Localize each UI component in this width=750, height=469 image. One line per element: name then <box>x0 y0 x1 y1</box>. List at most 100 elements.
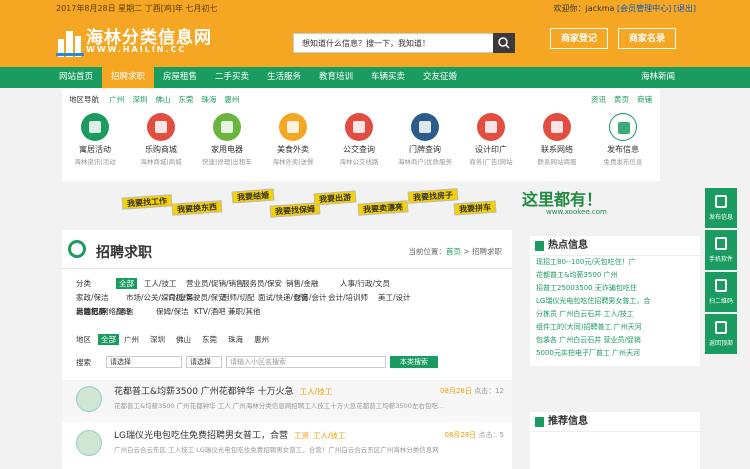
category-icon-8 <box>609 113 637 141</box>
float-btn-1[interactable]: 手机软件 <box>705 230 737 270</box>
hot-item-5[interactable]: 组件工的(大同)招聘普工 广州天河 <box>530 321 700 334</box>
category-glyph-icon-0 <box>89 121 101 133</box>
listing-title-text-1[interactable]: LG瑞仪光电包吃住免费招聘男女普工，合营 <box>114 431 288 441</box>
filter-category-option-2[interactable]: 营业员/促销/销售 <box>186 278 244 289</box>
ad-banner[interactable]: 这里都有！ www.xookee.com 我要找工作 我要换东西 我要结婚 我要找保姆… <box>114 186 634 220</box>
listing-item-1[interactable]: LG瑞仪光电包吃住免费招聘男女普工，合营 工资 工人/技工 广州白云合云东区 工人技工… <box>62 424 512 466</box>
filter-category-option-9[interactable]: 厨师/切配 <box>222 292 255 303</box>
category-item-2[interactable]: 家用电器 快速|修理|出租车 <box>194 113 260 166</box>
region-link-0[interactable]: 资讯 <box>591 95 606 104</box>
filter-category-option-0[interactable]: 全部 <box>116 278 137 289</box>
category-select[interactable]: 请选择 <box>106 356 182 368</box>
category-sub-6: 商务|广告|网站 <box>469 158 513 166</box>
hot-item-0[interactable]: 现招工80--100元/天包吃住！广 <box>530 256 700 269</box>
search-box[interactable]: 想知道什么信息？搜一下，我知道！ <box>293 33 515 53</box>
filter-area-option-4[interactable]: 东莞 <box>202 334 217 345</box>
filter-category-option-20[interactable]: 其他招聘 <box>76 306 106 317</box>
region-city-3[interactable]: 东莞 <box>178 95 193 104</box>
filter-category-option-17[interactable]: KTV/酒吧 <box>194 306 226 317</box>
filter-area-option-1[interactable]: 广州 <box>124 334 139 345</box>
filter-category-option-18[interactable]: 兼职/其他 <box>228 306 261 317</box>
nav-news[interactable]: 海林新闻 <box>628 67 688 88</box>
banner-tag-5: 我要卖漂亮 <box>357 200 409 216</box>
region-city-1[interactable]: 深圳 <box>132 95 147 104</box>
hot-item-6[interactable]: 包装各 广州白云石井 营业员/促销 <box>530 334 700 347</box>
region-city-4[interactable]: 珠海 <box>201 95 216 104</box>
merchant-register-button[interactable]: 商家登记 <box>550 28 609 49</box>
logo-en-text: WWW.HAILIN.CC <box>86 45 187 54</box>
category-item-3[interactable]: 美食外卖 海林外卖|送餐 <box>260 113 326 166</box>
filter-category-option-8[interactable]: 司机/驾驶员/保安 <box>168 292 226 303</box>
nav-item-5[interactable]: 教育培训 <box>310 67 362 88</box>
region-link-2[interactable]: 商铺 <box>637 95 652 104</box>
listing-title-0[interactable]: 花都普工&均薪3500 广州花都钟华 十万火急 工人/技工 <box>114 384 332 397</box>
category-search-button[interactable]: 本类搜索 <box>390 356 438 368</box>
float-btn-3[interactable]: 返回顶部 <box>705 314 737 354</box>
filter-category-option-4[interactable]: 销售/金融 <box>286 278 319 289</box>
filter-area-option-3[interactable]: 佛山 <box>176 334 191 345</box>
region-city-5[interactable]: 惠州 <box>224 95 239 104</box>
category-sub-2: 快速|修理|出租车 <box>202 158 252 166</box>
nav-item-6[interactable]: 车辆买卖 <box>362 67 414 88</box>
category-item-7[interactable]: 联系网络 联系网站商服 <box>524 113 590 166</box>
keyword-input[interactable]: 请输入小区名搜索 <box>226 356 386 368</box>
filter-category-option-3[interactable]: 服务员/保安 <box>242 278 282 289</box>
logout-link[interactable]: [退出] <box>674 4 696 13</box>
category-icon-4 <box>345 113 373 141</box>
float-btn-0[interactable]: 发布信息 <box>705 188 737 228</box>
filter-category-option-11[interactable]: 财务/会计 <box>294 292 327 303</box>
listing-item-0[interactable]: 花都普工&均薪3500 广州花都钟华 十万火急 工人/技工 花都普工&均薪3500 … <box>62 380 512 422</box>
search-button[interactable] <box>493 33 515 53</box>
nav-item-2[interactable]: 房屋租售 <box>154 67 206 88</box>
filter-category-option-5[interactable]: 人事/行政/文员 <box>340 278 390 289</box>
category-sub-7: 联系网站商服 <box>537 158 577 166</box>
listing-title-text-0[interactable]: 花都普工&均薪3500 广州花都钟华 <box>114 387 255 397</box>
nav-item-3[interactable]: 二手买卖 <box>206 67 258 88</box>
filter-category-option-6[interactable]: 家政/保洁 <box>76 292 109 303</box>
filter-category-option-16[interactable]: 保姆/保洁 <box>156 306 189 317</box>
region-link-1[interactable]: 黄页 <box>614 95 629 104</box>
filter-area-option-0[interactable]: 全部 <box>98 334 119 345</box>
hot-item-1[interactable]: 花都普工&均薪3500 广州 <box>530 269 700 282</box>
city-logo-icon <box>56 31 84 57</box>
member-center-link[interactable]: [会员管理中心] <box>617 4 671 13</box>
breadcrumb-home[interactable]: 首页 <box>446 247 461 256</box>
filter-area-option-6[interactable]: 惠州 <box>254 334 269 345</box>
nav-item-0[interactable]: 网站首页 <box>50 67 102 88</box>
category-item-8[interactable]: 发布信息 免费发布信息 <box>590 113 656 166</box>
region-city-0[interactable]: 广州 <box>109 95 124 104</box>
hot-item-7[interactable]: 5000元实拍电子厂普工 广州天河 <box>530 347 700 360</box>
banner-tag-4: 我要出游 <box>313 190 357 206</box>
site-logo[interactable]: 海林分类信息网 WWW.HAILIN.CC <box>56 23 236 63</box>
breadcrumb-current: 招聘求职 <box>472 247 502 256</box>
category-glyph-icon-3 <box>287 121 299 133</box>
category-icon-5 <box>411 113 439 141</box>
category-item-1[interactable]: 乐购商城 海林商城|商城 <box>128 113 194 166</box>
category-item-0[interactable]: 寓居活动 海林资讯|活动 <box>62 113 128 166</box>
hot-item-2[interactable]: 招普工25003500 无诈骗包吃住 <box>530 282 700 295</box>
area-select[interactable]: 请选择 <box>186 356 222 368</box>
filter-area-option-2[interactable]: 深圳 <box>150 334 165 345</box>
listing-avatar-0 <box>76 386 102 412</box>
listing-title-1[interactable]: LG瑞仪光电包吃住免费招聘男女普工，合营 工资 工人/技工 <box>114 428 346 441</box>
recommend-title: 推荐信息 <box>530 412 700 432</box>
filter-category-option-13[interactable]: 美工/设计 <box>378 292 411 303</box>
nav-item-4[interactable]: 生活服务 <box>258 67 310 88</box>
hot-item-3[interactable]: LG瑞仪光电包吃住招聘男女普工，合 <box>530 295 700 308</box>
filter-category-option-15[interactable]: 翻译 <box>116 306 131 317</box>
category-item-4[interactable]: 公交查询 海林公交线路 <box>326 113 392 166</box>
filter-category-option-12[interactable]: 会计/培训师 <box>328 292 368 303</box>
filter-area-option-5[interactable]: 珠海 <box>228 334 243 345</box>
listing-meta-0: 08月28日 点击：12 <box>440 386 504 396</box>
category-item-6[interactable]: 设计印广 商务|广告|网站 <box>458 113 524 166</box>
float-icon-3 <box>715 321 727 334</box>
nav-item-7[interactable]: 交友征婚 <box>414 67 466 88</box>
float-btn-2[interactable]: 扫二维码 <box>705 272 737 312</box>
category-item-5[interactable]: 门牌查询 海林商户|优质服务 <box>392 113 458 166</box>
merchant-directory-button[interactable]: 商家名录 <box>618 28 677 49</box>
filter-category-option-1[interactable]: 工人/技工 <box>144 278 177 289</box>
nav-item-1[interactable]: 招聘求职 <box>102 67 154 88</box>
region-city-2[interactable]: 佛山 <box>155 95 170 104</box>
hot-item-4[interactable]: 分拣员 广州白云石井 工人/技工 <box>530 308 700 321</box>
search-input[interactable]: 想知道什么信息？搜一下，我知道！ <box>302 38 430 49</box>
